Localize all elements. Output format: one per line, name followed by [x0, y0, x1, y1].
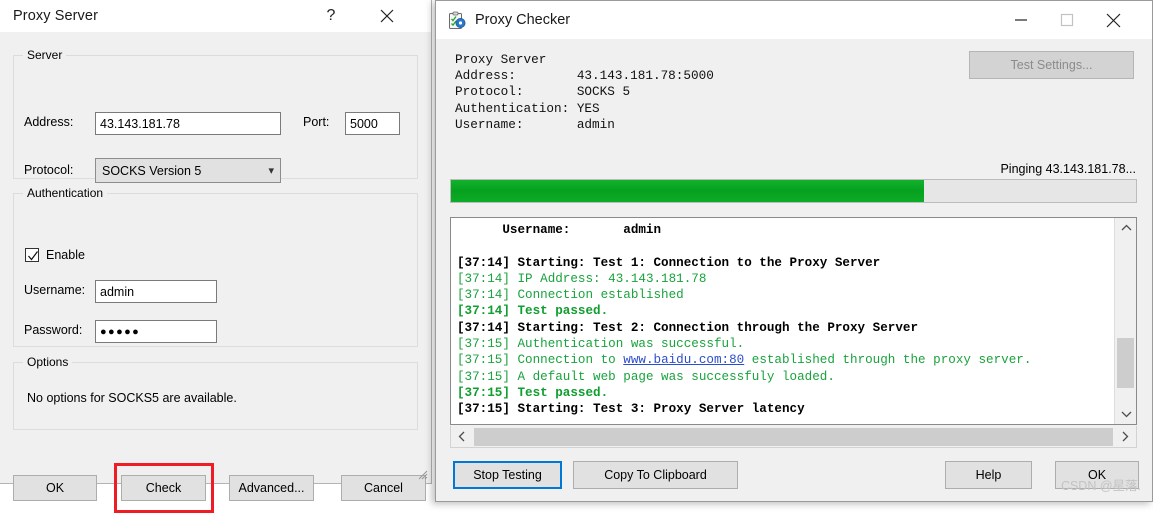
cancel-button[interactable]: Cancel [341, 475, 426, 501]
log-timestamp: [37:14] [457, 271, 510, 286]
log-message: A default web page was successfuly loade… [509, 369, 835, 384]
server-group-title: Server [23, 48, 67, 62]
proxy-info-block: Proxy Server Address: 43.143.181.78:5000… [455, 52, 714, 132]
log-line: [37:15] Test passed. [457, 385, 1113, 401]
maximize-icon[interactable] [1044, 1, 1090, 39]
proxy-checker-title: Proxy Checker [475, 12, 571, 28]
proxy-server-titlebar: Proxy Server ? [0, 0, 431, 32]
chevron-down-icon[interactable] [1115, 404, 1137, 424]
log-timestamp: [37:14] [457, 304, 510, 319]
log-timestamp: [37:15] [457, 385, 510, 400]
log-panel: Username: admin [37:14] Starting: Test 1… [450, 217, 1137, 425]
ok-button[interactable]: OK [13, 475, 97, 501]
address-input[interactable]: 43.143.181.78 [95, 112, 281, 135]
log-message: Starting: Test 2: Connection through the… [509, 320, 919, 335]
log-message: Connection to [509, 353, 624, 368]
log-line: Username: admin [457, 223, 662, 237]
log-message: Test passed. [509, 385, 609, 400]
log-line: [37:15] A default web page was successfu… [457, 369, 1113, 385]
chevron-left-icon[interactable] [451, 427, 473, 447]
proxy-checker-titlebar: Proxy Checker [436, 1, 1152, 39]
advanced-button[interactable]: Advanced... [229, 475, 314, 501]
options-text: No options for SOCKS5 are available. [27, 391, 237, 405]
log-vertical-scroll-thumb[interactable] [1117, 338, 1134, 388]
log-line: [37:15] Authentication was successful. [457, 336, 1113, 352]
proxy-server-body: Server Address: 43.143.181.78 Port: 5000… [0, 32, 430, 513]
log-line-blank [457, 238, 1113, 254]
progress-bar-fill [451, 180, 924, 202]
log-line: [37:14] IP Address: 43.143.181.78 [457, 271, 1113, 287]
watermark: CSDN @星落. [1060, 479, 1141, 493]
password-label: Password: [24, 323, 83, 337]
log-line: [37:14] Starting: Test 1: Connection to … [457, 255, 1113, 271]
log-vertical-scrollbar[interactable] [1114, 218, 1136, 424]
log-line: [37:14] Test passed. [457, 303, 1113, 319]
log-timestamp: [37:15] [457, 369, 510, 384]
port-input[interactable]: 5000 [345, 112, 400, 135]
log-line: [37:14] Connection established [457, 287, 1113, 303]
log-message: IP Address: 43.143.181.78 [509, 271, 707, 286]
chevron-up-icon[interactable] [1115, 218, 1137, 238]
proxy-server-title: Proxy Server [13, 8, 98, 24]
chevron-right-icon[interactable] [1114, 427, 1136, 447]
copy-to-clipboard-button[interactable]: Copy To Clipboard [573, 461, 738, 489]
log-message-suffix: established through the proxy server. [744, 353, 1032, 368]
protocol-select-value: SOCKS Version 5 [102, 163, 202, 178]
username-input[interactable]: admin [95, 280, 217, 303]
enable-checkbox[interactable] [25, 248, 39, 262]
stop-testing-button[interactable]: Stop Testing [453, 461, 562, 489]
close-icon[interactable] [1090, 1, 1136, 39]
chevron-down-icon: ▾ [268, 165, 274, 177]
progress-bar [450, 179, 1137, 203]
log-message: Authentication was successful. [509, 337, 745, 352]
log-timestamp: [37:14] [457, 320, 510, 335]
log-text[interactable]: Username: admin [37:14] Starting: Test 1… [451, 218, 1113, 424]
log-line: [37:15] Starting: Test 3: Proxy Server l… [457, 401, 1113, 417]
help-button[interactable]: Help [945, 461, 1032, 489]
help-icon[interactable]: ? [308, 0, 354, 32]
log-line: [37:15] Connection to www.baidu.com:80 e… [457, 352, 1113, 368]
log-link[interactable]: www.baidu.com:80 [623, 353, 744, 367]
authentication-group-title: Authentication [23, 186, 108, 200]
enable-checkbox-row[interactable]: Enable [25, 248, 85, 262]
log-horizontal-scroll-thumb[interactable] [474, 427, 1113, 446]
proxy-server-dialog: Proxy Server ? Server Address: 43.143.18… [0, 0, 432, 513]
protocol-select[interactable]: SOCKS Version 5 ▾ [95, 158, 281, 183]
address-label: Address: [24, 115, 74, 129]
check-button[interactable]: Check [121, 475, 206, 501]
log-line: [37:14] Starting: Test 2: Connection thr… [457, 320, 1113, 336]
resize-grip-icon[interactable] [416, 468, 428, 480]
password-input[interactable]: ●●●●● [95, 320, 217, 343]
proxy-checker-window: Proxy Checker Proxy Server Address: 43.1… [435, 0, 1153, 502]
log-message: Test passed. [509, 304, 609, 319]
log-timestamp: [37:15] [457, 337, 510, 352]
username-label: Username: [24, 283, 86, 297]
test-settings-button[interactable]: Test Settings... [969, 51, 1134, 79]
log-horizontal-scrollbar[interactable] [450, 426, 1137, 448]
minimize-icon[interactable] [998, 1, 1044, 39]
status-text: Pinging 43.143.181.78... [1000, 162, 1136, 176]
enable-label: Enable [46, 248, 85, 262]
options-group-title: Options [23, 355, 73, 369]
log-message: Starting: Test 1: Connection to the Prox… [509, 255, 881, 270]
proxy-checker-body: Proxy Server Address: 43.143.181.78:5000… [436, 39, 1152, 501]
protocol-label: Protocol: [24, 163, 74, 177]
close-icon[interactable] [364, 0, 410, 32]
log-timestamp: [37:14] [457, 288, 510, 303]
port-label: Port: [303, 115, 330, 129]
log-message: Connection established [509, 288, 684, 303]
log-message: Starting: Test 3: Proxy Server latency [509, 402, 805, 417]
log-timestamp: [37:15] [457, 402, 510, 417]
checkmark-icon [28, 251, 38, 261]
clipboard-check-icon [447, 11, 466, 30]
log-timestamp: [37:14] [457, 255, 510, 270]
log-timestamp: [37:15] [457, 353, 510, 368]
